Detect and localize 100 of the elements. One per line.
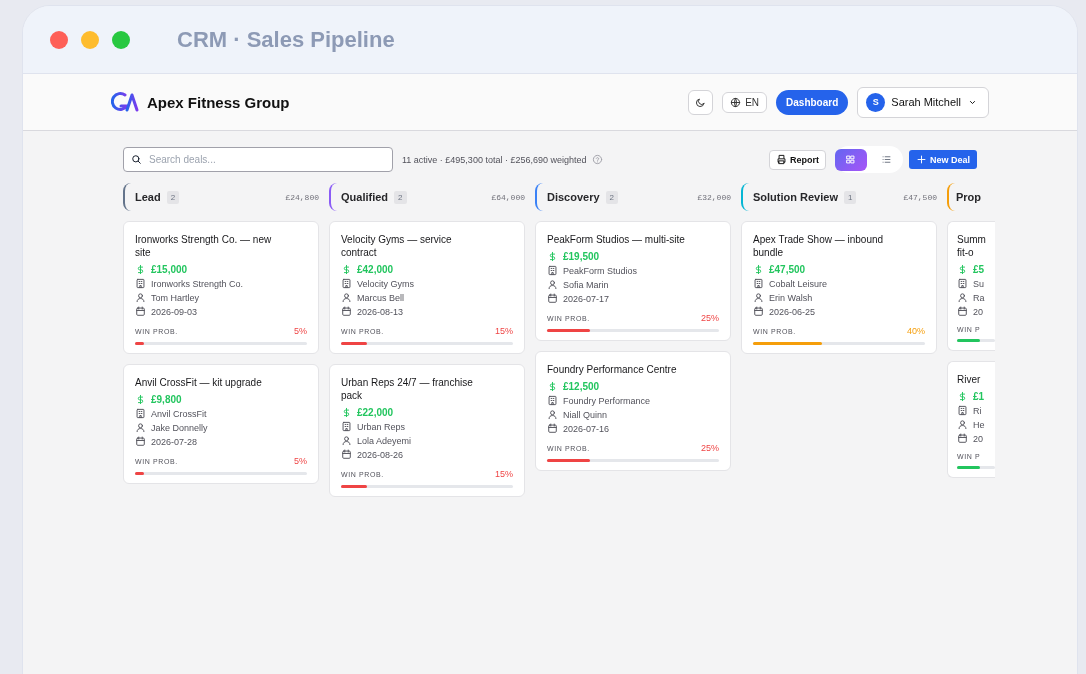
win-prob-value: 15% (495, 326, 513, 336)
win-prob-value: 5% (294, 326, 307, 336)
owner-name: Lola Adeyemi (357, 435, 412, 446)
deal-amount: £12,500 (563, 381, 600, 392)
user-icon (135, 292, 146, 303)
minimize-button[interactable] (81, 30, 99, 49)
plus-icon (915, 154, 927, 165)
dollar-icon (135, 264, 146, 275)
building-icon (957, 405, 968, 416)
deal-title: Apex Trade Show — inbound bundle (753, 233, 885, 259)
dollar-icon (753, 264, 764, 275)
user-icon (341, 292, 352, 303)
building-icon (547, 395, 558, 406)
deal-amount: £22,000 (357, 407, 394, 418)
owner-name: Marcus Bell (357, 292, 404, 303)
deal-amount: £5 (973, 264, 985, 275)
user-icon (341, 435, 352, 446)
owner-name: Sofia Marin (563, 279, 609, 290)
list-icon (881, 154, 893, 165)
close-date: 2026-07-17 (563, 293, 610, 304)
deal-amount: £19,500 (563, 251, 600, 262)
close-date: 2026-08-13 (357, 306, 404, 317)
user-icon (547, 409, 558, 420)
building-icon (957, 278, 968, 289)
calendar-icon (135, 306, 146, 317)
close-date: 20 (973, 306, 983, 317)
company-name: PeakForm Studios (563, 265, 638, 276)
grid-icon (845, 154, 857, 165)
calendar-icon (547, 293, 558, 304)
grid-view-button[interactable] (834, 148, 867, 171)
company-name: Ri (973, 405, 982, 416)
company-name: Su (973, 278, 984, 289)
company-name: Cobalt Leisure (769, 278, 828, 289)
deal-count: 2 (605, 190, 619, 204)
user-icon (135, 422, 146, 433)
report-button[interactable]: Report (768, 149, 826, 170)
stage-name: Qualified (341, 191, 389, 203)
owner-name: Erin Walsh (769, 292, 813, 303)
language-button[interactable]: EN (722, 91, 768, 113)
building-icon (341, 421, 352, 432)
deal-title: Summ fit-o (957, 233, 987, 259)
search-field[interactable]: Search deals... (123, 147, 393, 172)
maximize-button[interactable] (112, 30, 130, 49)
calendar-icon (753, 306, 764, 317)
owner-name: Niall Quinn (563, 409, 608, 420)
user-menu[interactable]: S Sarah Mitchell (857, 86, 989, 118)
calendar-icon (547, 423, 558, 434)
moon-icon (695, 96, 707, 108)
globe-icon (730, 96, 742, 108)
stage-total: £47,500 (903, 192, 937, 202)
building-icon (341, 278, 352, 289)
company-name: Velocity Gyms (357, 278, 414, 289)
deal-title: Velocity Gyms — service contract (341, 233, 453, 259)
user-icon (547, 279, 558, 290)
stage-name: Prop (956, 191, 982, 203)
deal-title: Anvil CrossFit — kit upgrade (135, 376, 263, 389)
win-prob-value: 25% (701, 443, 719, 453)
deal-count: 2 (166, 190, 180, 204)
win-prob-value: 25% (701, 313, 719, 323)
avatar: S (866, 92, 886, 112)
dollar-icon (135, 394, 146, 405)
logo-icon (111, 90, 139, 114)
calendar-icon (341, 449, 352, 460)
theme-toggle[interactable] (688, 89, 714, 115)
calendar-icon (135, 436, 146, 447)
deal-count: 1 (843, 190, 857, 204)
building-icon (753, 278, 764, 289)
building-icon (547, 265, 558, 276)
stage-total: £64,000 (491, 192, 525, 202)
help-icon (592, 153, 604, 165)
dollar-icon (341, 407, 352, 418)
search-icon (131, 154, 142, 165)
close-button[interactable] (50, 30, 68, 49)
user-icon (957, 292, 968, 303)
dollar-icon (957, 264, 968, 275)
deal-title: Urban Reps 24/7 — franchise pack (341, 376, 474, 402)
win-prob-value: 40% (907, 326, 925, 336)
stage-total: £24,800 (285, 192, 319, 202)
deal-title: River (957, 373, 982, 386)
new-deal-button[interactable]: New Deal (908, 150, 977, 169)
company-name: Foundry Performance (563, 395, 651, 406)
win-prob-value: 15% (495, 469, 513, 479)
stage-name: Lead (135, 191, 161, 203)
deal-amount: £9,800 (151, 394, 182, 405)
dashboard-button[interactable]: Dashboard (776, 89, 849, 115)
deal-title: PeakForm Studios — multi-site (547, 233, 686, 246)
dollar-icon (547, 251, 558, 262)
win-prob-value: 5% (294, 456, 307, 466)
deal-amount: £47,500 (769, 264, 806, 275)
owner-name: Tom Hartley (151, 292, 199, 303)
dollar-icon (547, 381, 558, 392)
deal-title: Ironworks Strength Co. — new site (135, 233, 273, 259)
brand-name: Apex Fitness Group (147, 93, 290, 111)
owner-name: Jake Donnelly (151, 422, 208, 433)
stage-name: Solution Review (753, 191, 838, 203)
printer-icon (775, 154, 787, 165)
close-date: 2026-09-03 (151, 306, 198, 317)
calendar-icon (957, 433, 968, 444)
user-icon (957, 419, 968, 430)
deal-title: Foundry Performance Centre (547, 363, 678, 376)
